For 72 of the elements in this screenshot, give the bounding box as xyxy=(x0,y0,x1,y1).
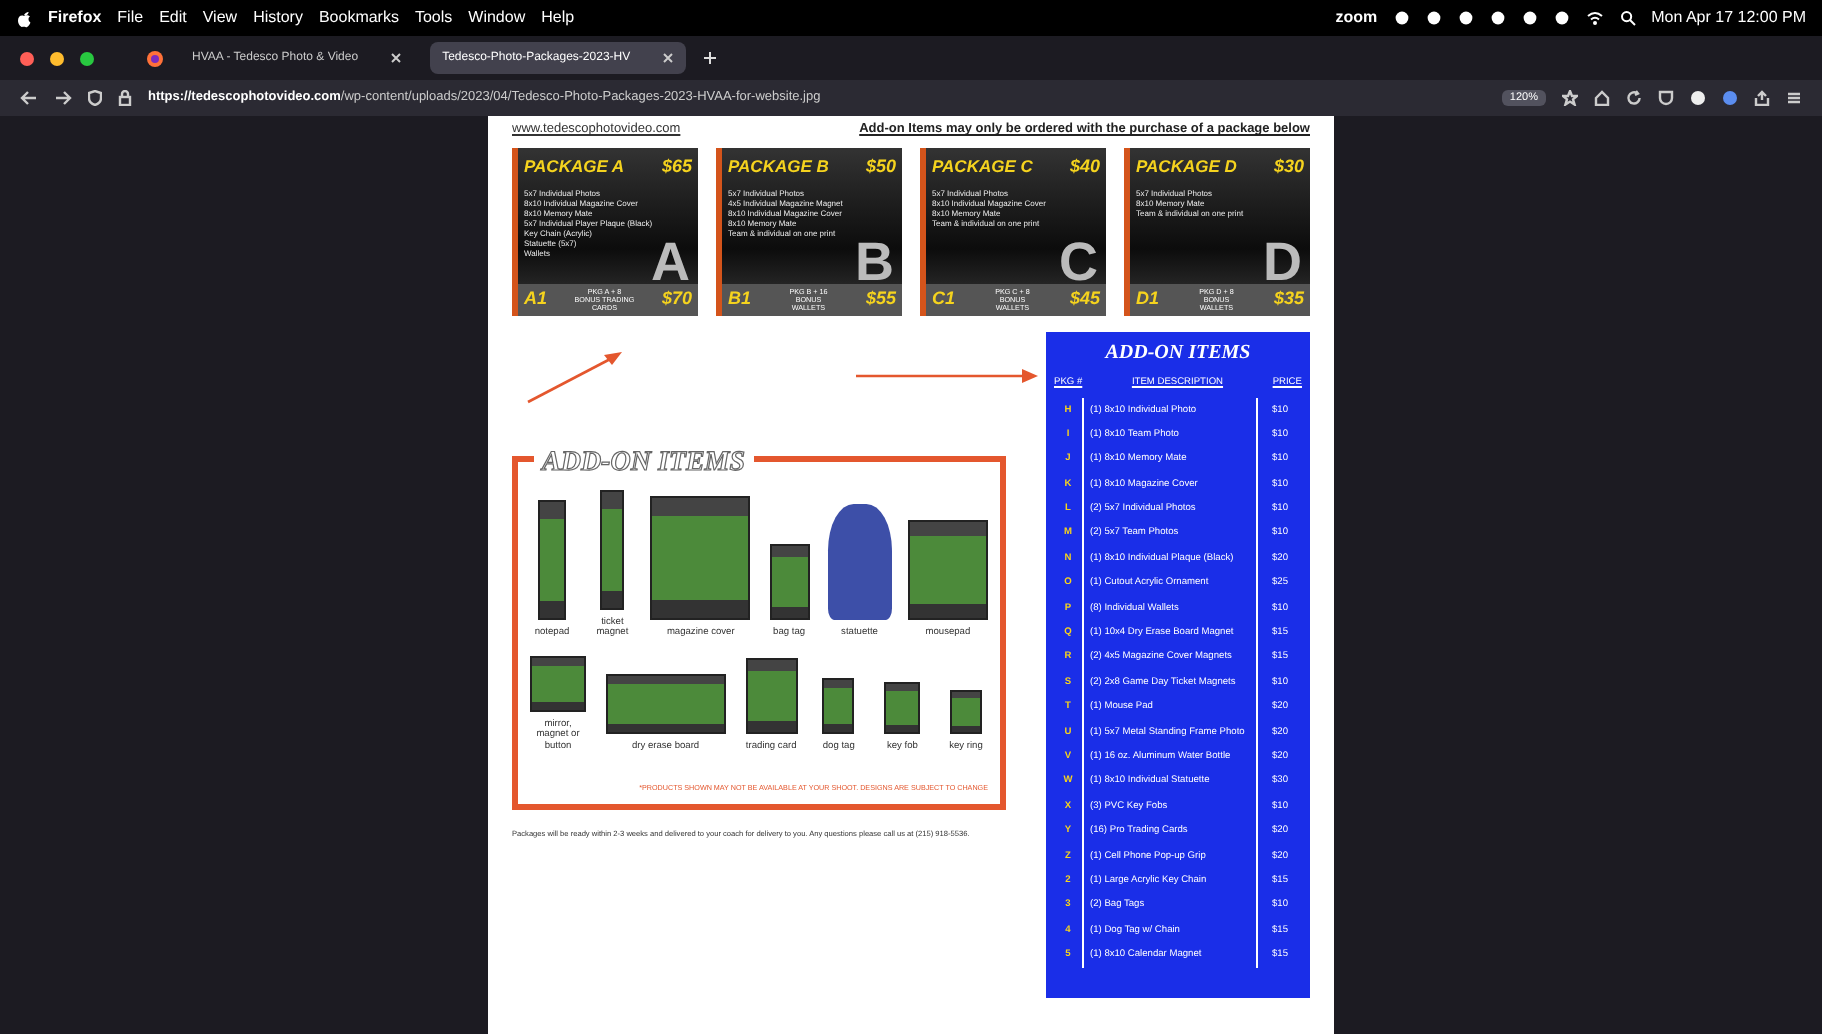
photo-placeholder xyxy=(745,657,798,734)
package-price: $65 xyxy=(661,153,692,180)
circle-icon[interactable] xyxy=(1553,10,1570,26)
apple-icon[interactable] xyxy=(16,9,32,27)
bonus-code: B1 xyxy=(728,286,752,313)
arrow xyxy=(527,351,622,403)
bonus-price: $70 xyxy=(661,286,692,313)
package-title: PACKAGE C xyxy=(932,154,1033,180)
window-control[interactable] xyxy=(50,51,64,65)
package-title: PACKAGE D xyxy=(1136,154,1237,180)
photo-placeholder xyxy=(650,496,751,621)
photo-placeholder xyxy=(530,655,586,712)
reload-icon[interactable] xyxy=(1626,90,1642,106)
bonus-price: $35 xyxy=(1273,286,1304,313)
share-icon[interactable] xyxy=(1754,90,1770,106)
forward-arrow-icon[interactable] xyxy=(54,90,72,106)
package-letter: D xyxy=(1263,235,1302,290)
table-title: ADD-ON ITEMS xyxy=(1102,339,1253,368)
package-letter: C xyxy=(1059,235,1098,290)
package-title: PACKAGE B xyxy=(728,154,829,180)
close-icon[interactable] xyxy=(662,52,675,64)
package-price: $30 xyxy=(1273,153,1304,180)
photo-placeholder xyxy=(605,673,726,734)
photo-placeholder xyxy=(600,489,625,610)
menu-item[interactable]: Window xyxy=(468,6,526,30)
close-icon[interactable] xyxy=(390,52,403,64)
photo-placeholder xyxy=(538,500,566,621)
package-price: $50 xyxy=(865,153,896,180)
package-price: $40 xyxy=(1069,153,1100,180)
menu-item[interactable]: View xyxy=(202,6,238,30)
package-letter: A xyxy=(651,235,690,290)
photo-placeholder xyxy=(827,504,892,621)
shield-icon[interactable] xyxy=(88,90,102,106)
star-icon[interactable] xyxy=(1562,90,1578,106)
photo-placeholder xyxy=(769,544,810,621)
bonus-price: $55 xyxy=(865,286,896,313)
photo-placeholder xyxy=(907,520,988,621)
photo-placeholder xyxy=(884,681,921,734)
lock-icon xyxy=(118,90,132,106)
firefox-icon[interactable] xyxy=(146,49,164,67)
circle-icon[interactable] xyxy=(1457,10,1474,26)
home-icon[interactable] xyxy=(1594,90,1610,106)
back-arrow-icon[interactable] xyxy=(20,90,38,106)
plus-icon[interactable] xyxy=(702,50,719,66)
menu-icon[interactable] xyxy=(1786,90,1802,106)
zoom-status-item[interactable]: zoom xyxy=(1335,6,1378,30)
wifi-icon[interactable] xyxy=(1585,10,1604,26)
package-title: PACKAGE A xyxy=(524,154,625,180)
bonus-code: A1 xyxy=(524,286,548,313)
circle-icon[interactable] xyxy=(1489,10,1506,26)
menu-item[interactable]: Bookmarks xyxy=(318,6,399,30)
circle-icon[interactable] xyxy=(1521,10,1538,26)
bonus-code: D1 xyxy=(1136,286,1160,313)
menu-item[interactable]: Tools xyxy=(414,6,453,30)
circle-icon[interactable] xyxy=(1425,10,1442,26)
app-menu[interactable]: Firefox xyxy=(48,6,102,30)
circle-icon[interactable] xyxy=(1393,10,1410,26)
circle-icon[interactable] xyxy=(1690,90,1706,106)
bonus-code: C1 xyxy=(932,286,956,313)
menu-item[interactable]: History xyxy=(253,6,303,30)
photo-placeholder xyxy=(822,677,855,734)
search-icon[interactable] xyxy=(1619,10,1636,26)
menu-item[interactable]: Help xyxy=(541,6,575,30)
package-letter: B xyxy=(855,235,894,290)
window-control[interactable] xyxy=(20,51,34,65)
photo-placeholder xyxy=(949,689,982,734)
menu-item[interactable]: File xyxy=(117,6,144,30)
pocket-icon[interactable] xyxy=(1658,90,1674,106)
clock: Mon Apr 17 12:00 PM xyxy=(1651,6,1806,30)
window-control[interactable] xyxy=(80,51,94,65)
bonus-price: $45 xyxy=(1069,286,1100,313)
menu-item[interactable]: Edit xyxy=(159,6,187,30)
